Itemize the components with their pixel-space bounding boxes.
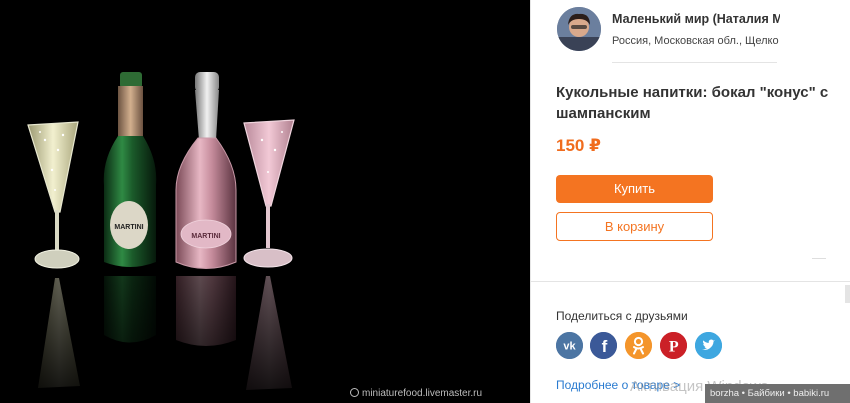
share-pinterest-button[interactable]: P [660,332,687,359]
svg-text:vk: vk [563,341,576,353]
product-title: Кукольные напитки: бокал "конус" с шампа… [556,84,829,122]
seller-name[interactable]: Маленький мир (Наталия М [612,12,780,26]
buy-button[interactable]: Купить [556,175,713,203]
right-bottle-label: MARTINI [191,233,220,240]
product-price: 150 ₽ [556,136,601,155]
facebook-icon: f [590,332,617,359]
left-flute [27,121,80,269]
add-to-cart-button[interactable]: В корзину [556,212,713,241]
vk-icon: vk [556,332,583,359]
svg-text:f: f [602,337,608,356]
product-photo-image: MARTINI MARTINI [0,72,530,403]
panel-divider [530,0,531,403]
share-odnoklassniki-button[interactable] [625,332,652,359]
share-vk-button[interactable]: vk [556,332,583,359]
share-facebook-button[interactable]: f [590,332,617,359]
right-flute [243,119,295,268]
green-bottle: MARTINI [103,72,157,267]
pink-bottle: MARTINI [175,72,237,269]
watermark-text: miniaturefood.livemaster.ru [362,388,483,399]
scroll-edge [845,285,850,303]
share-twitter-button[interactable] [695,332,722,359]
twitter-icon [695,332,722,359]
left-bottle-label: MARTINI [114,224,143,231]
product-photo[interactable]: MARTINI MARTINI miniaturefood.livemaster [0,0,530,403]
seller-divider [612,62,777,63]
odnoklassniki-icon [625,332,652,359]
section-divider [531,281,850,282]
credits-bar: borzha • Байбики • babiki.ru [705,384,850,403]
seller-location: Россия, Московская обл., Щелко [612,35,779,47]
svg-text:P: P [669,339,679,356]
camera-icon [350,388,359,397]
photo-watermark: miniaturefood.livemaster.ru [350,388,482,399]
decorative-divider [812,258,826,259]
seller-avatar[interactable] [557,7,601,51]
seller-card[interactable]: Маленький мир (Наталия М Россия, Московс… [555,5,780,55]
avatar-image [557,7,601,51]
share-title: Поделиться с друзьями [556,309,688,323]
pinterest-icon: P [660,332,687,359]
